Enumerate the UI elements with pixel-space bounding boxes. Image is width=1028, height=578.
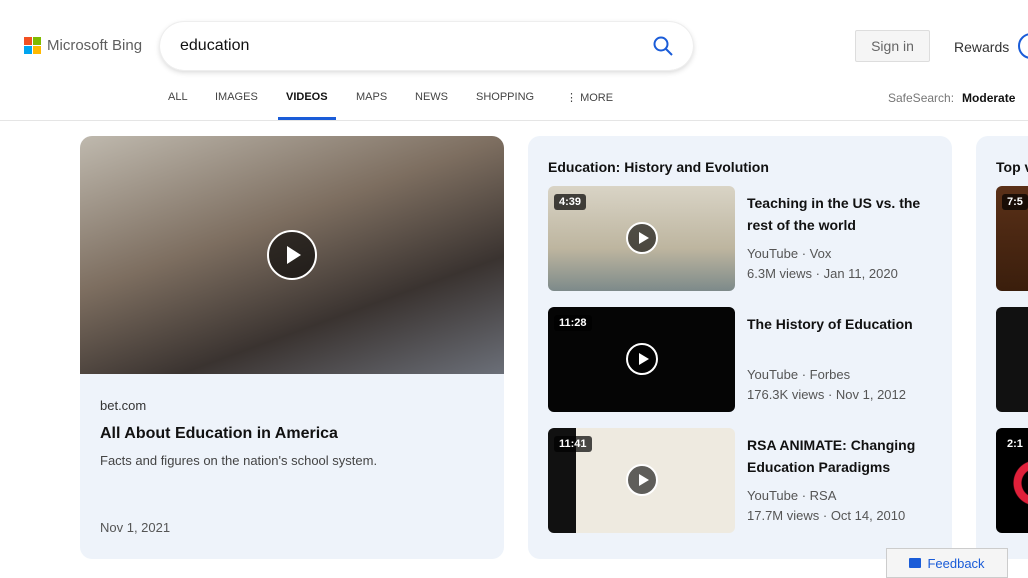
microsoft-logo-icon [24,37,41,54]
play-icon[interactable] [626,222,658,254]
video-source: YouTube · RSA [747,488,837,503]
tab-more[interactable]: ⋮ MORE [566,91,613,120]
video-title[interactable]: RSA ANIMATE: Changing Education Paradigm… [747,434,937,478]
video-item[interactable]: 4:39 Teaching in the US vs. the rest of … [548,186,938,291]
section-title[interactable]: Top v [996,159,1028,175]
tab-more-label: MORE [580,92,614,104]
video-item[interactable]: 11:28 The History of Education YouTube ·… [548,307,938,412]
video-item[interactable]: 11:41 RSA ANIMATE: Changing Education Pa… [548,428,938,533]
video-meta: 6.3M views · Jan 11, 2020 [747,266,898,281]
top-videos-card: Top v 7:5 2:1 [976,136,1028,559]
section-title[interactable]: Education: History and Evolution [548,159,769,175]
video-title[interactable]: The History of Education [747,313,937,335]
video-source: YouTube · Forbes [747,367,851,382]
video-thumbnail[interactable]: 2:1 [996,428,1028,533]
video-meta: 17.7M views · Oct 14, 2010 [747,508,906,523]
rewards-icon[interactable] [1018,33,1028,59]
sign-in-button[interactable]: Sign in [855,30,930,62]
hero-title[interactable]: All About Education in America [100,425,338,443]
tab-videos[interactable]: VIDEOS [278,91,336,120]
video-thumbnail[interactable]: 4:39 [548,186,735,291]
video-thumbnail[interactable] [996,307,1028,412]
more-dots-icon: ⋮ [566,92,581,104]
bing-logo[interactable]: Microsoft Bing [24,37,142,54]
video-thumbnail[interactable]: 7:5 [996,186,1028,291]
video-thumbnail[interactable]: 11:28 [548,307,735,412]
play-icon[interactable] [626,343,658,375]
brand-name: Microsoft Bing [47,37,143,54]
play-icon[interactable] [267,230,317,280]
tab-maps[interactable]: MAPS [356,91,387,120]
nav-tabs: ALL IMAGES VIDEOS MAPS NEWS SHOPPING ⋮ M… [0,91,1028,121]
hero-thumbnail[interactable] [80,136,504,374]
duration-badge: 11:41 [554,436,592,452]
search-box[interactable]: education [160,22,693,70]
search-input[interactable]: education [180,37,653,55]
video-thumbnail[interactable]: 11:41 [548,428,735,533]
safesearch-value: Moderate [962,91,1016,105]
feedback-label: Feedback [927,555,985,571]
tab-all[interactable]: ALL [168,91,188,120]
search-icon[interactable] [653,36,673,56]
duration-badge: 11:28 [554,315,592,331]
duration-badge: 2:1 [1002,436,1028,452]
feedback-button[interactable]: Feedback [886,548,1008,578]
hero-source: bet.com [100,398,147,413]
hero-date: Nov 1, 2021 [100,520,171,535]
video-meta: 176.3K views · Nov 1, 2012 [747,387,906,402]
video-title[interactable]: Teaching in the US vs. the rest of the w… [747,192,937,236]
duration-badge: 4:39 [554,194,587,210]
rewards-link[interactable]: Rewards [954,39,1009,55]
tab-news[interactable]: NEWS [415,91,448,120]
feedback-icon [909,558,922,568]
video-section-card: Education: History and Evolution 4:39 Te… [528,136,952,559]
play-icon[interactable] [626,464,658,496]
hero-video-card[interactable]: bet.com All About Education in America F… [80,136,504,559]
safesearch[interactable]: SafeSearch: Moderate [888,91,1015,105]
hero-description: Facts and figures on the nation's school… [100,453,378,468]
video-source: YouTube · Vox [747,246,832,261]
tab-shopping[interactable]: SHOPPING [476,91,534,120]
tab-images[interactable]: IMAGES [215,91,258,120]
safesearch-label: SafeSearch: [888,91,955,105]
duration-badge: 7:5 [1002,194,1028,210]
